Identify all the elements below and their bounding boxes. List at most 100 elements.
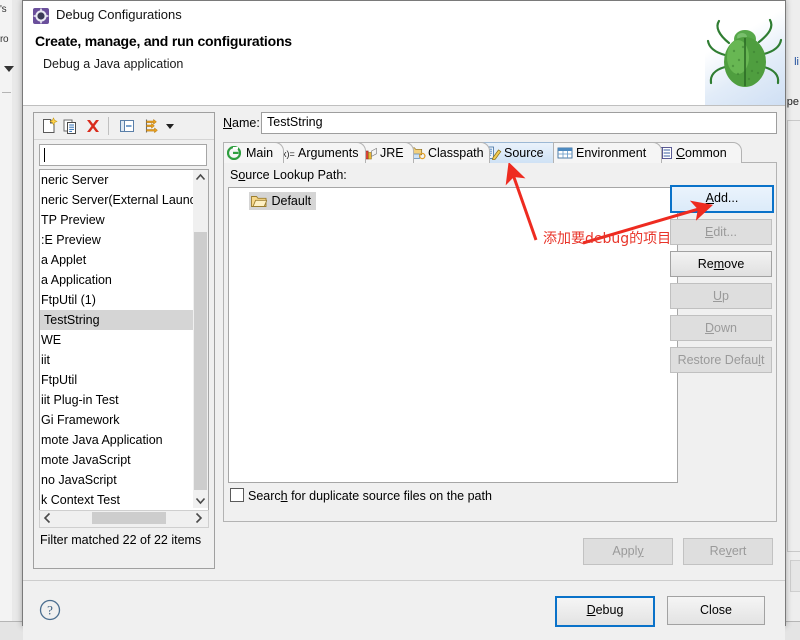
dialog-title: Debug Configurations (56, 7, 182, 22)
list-item-label: a Application (41, 273, 112, 287)
list-item-label: Gi Framework (41, 413, 120, 427)
copy-document-icon[interactable] (62, 117, 82, 136)
list-item-label: :E Preview (41, 233, 101, 247)
name-input-value: TestString (267, 115, 323, 129)
red-x-delete-icon[interactable] (84, 117, 104, 136)
debug-button[interactable]: Debug (555, 596, 655, 627)
list-item-label: FtpUtil (1) (41, 293, 96, 307)
tree-item-default[interactable]: Default (249, 192, 317, 210)
source-path-buttons: Add... Edit... Remove Up Down Restore Default (670, 185, 774, 379)
tab-label: JRE (380, 146, 404, 160)
name-label: Name: (223, 116, 260, 130)
scroll-right-icon[interactable] (191, 511, 206, 525)
scroll-down-icon[interactable] (193, 493, 208, 508)
list-item[interactable]: neric Server(External Launc (40, 190, 208, 210)
search-duplicates-checkbox[interactable] (230, 488, 244, 502)
chevron-down-icon[interactable] (164, 117, 178, 136)
environment-table-icon (557, 146, 573, 160)
list-item-label: iit Plug-in Test (41, 393, 119, 407)
filter-input[interactable] (39, 144, 207, 166)
list-item-label: a Applet (41, 253, 87, 267)
list-item[interactable]: :E Preview (40, 230, 208, 250)
dialog-body: neric Server neric Server(External Launc T… (23, 106, 785, 580)
background-window-left-edge: 's ro (0, 0, 23, 640)
add-button[interactable]: Add... (670, 185, 774, 213)
source-lookup-path-label: Source Lookup Path: (230, 168, 347, 182)
search-duplicates-label: Search for duplicate source files on the… (248, 489, 492, 503)
screen: 's ro li pe Debug Configurations Create,… (0, 0, 800, 640)
remove-button[interactable]: Remove (670, 251, 772, 277)
configurations-list[interactable]: neric Server neric Server(External Launc T… (39, 169, 209, 511)
background-text-fragment: 's (0, 4, 7, 15)
tab-label: Source (504, 146, 544, 160)
scroll-up-icon[interactable] (193, 170, 208, 185)
tab-source[interactable]: Source (481, 142, 562, 163)
list-item[interactable]: no JavaScript (40, 470, 208, 490)
scroll-thumb[interactable] (92, 512, 166, 524)
list-item-label: no JavaScript (41, 473, 117, 487)
header-subtitle: Debug a Java application (43, 57, 184, 71)
apply-button[interactable]: Apply (583, 538, 673, 565)
help-question-icon[interactable]: ? (39, 599, 61, 621)
configurations-toolbar (34, 113, 214, 140)
collapse-all-icon[interactable] (118, 117, 138, 136)
list-item[interactable]: a Applet (40, 250, 208, 270)
configurations-list-items: neric Server neric Server(External Launc T… (40, 170, 208, 510)
list-horizontal-scrollbar[interactable] (39, 510, 209, 528)
list-item[interactable]: mote Java Application (40, 430, 208, 450)
new-document-icon[interactable] (40, 117, 60, 136)
text-caret (44, 148, 45, 162)
dialog-footer: ? Debug Close (23, 580, 785, 640)
background-panel (0, 0, 12, 640)
scroll-thumb[interactable] (194, 232, 207, 490)
list-item-label: mote Java Application (41, 433, 163, 447)
list-item[interactable]: FtpUtil (40, 370, 208, 390)
tab-label: Arguments (298, 146, 359, 160)
list-item[interactable]: WE (40, 330, 208, 350)
svg-text:?: ? (47, 603, 53, 618)
background-text-fragment: pe (786, 96, 799, 108)
edit-button: Edit... (670, 219, 772, 245)
list-item[interactable]: TP Preview (40, 210, 208, 230)
list-item-label: iit (41, 353, 51, 367)
list-item-label: k Context Test (41, 493, 120, 507)
debug-gear-icon (33, 8, 49, 24)
tab-label: Environment (576, 146, 647, 160)
list-item[interactable]: iit (40, 350, 208, 370)
list-item[interactable]: mote JavaScript (40, 450, 208, 470)
list-item[interactable]: neric Server (40, 170, 208, 190)
background-outline (790, 560, 800, 592)
tab-common[interactable]: Common (653, 142, 742, 163)
list-item-label: TestString (41, 312, 103, 328)
list-item[interactable]: Gi Framework (40, 410, 208, 430)
background-divider (2, 92, 11, 93)
restore-default-button: Restore Default (670, 347, 772, 373)
configuration-editor: Name: TestString Main (x)= Arguments JRE Cla… (223, 112, 777, 567)
filter-arrows-icon[interactable] (142, 117, 162, 136)
list-item-label: mote JavaScript (41, 453, 131, 467)
tab-label: Common (676, 146, 727, 160)
search-duplicates-row[interactable]: Search for duplicate source files on the… (230, 488, 492, 503)
green-bug-icon (705, 1, 785, 105)
list-vertical-scrollbar[interactable] (193, 170, 208, 508)
list-item[interactable]: FtpUtil (1) (40, 290, 208, 310)
list-item-label: WE (41, 333, 62, 347)
background-outline (787, 120, 800, 552)
tab-environment[interactable]: Environment (553, 142, 662, 163)
list-item-label: neric Server (41, 173, 109, 187)
open-folder-icon (251, 194, 268, 208)
revert-button[interactable]: Revert (683, 538, 773, 565)
list-item[interactable]: k Context Test (40, 490, 208, 510)
list-item[interactable]: iit Plug-in Test (40, 390, 208, 410)
main-green-circle-icon (226, 145, 243, 161)
tab-main[interactable]: Main (223, 142, 284, 163)
tab-classpath[interactable]: Classpath (405, 142, 490, 163)
tab-label: Classpath (428, 146, 484, 160)
scroll-left-icon[interactable] (40, 511, 55, 525)
list-item[interactable]: a Application (40, 270, 208, 290)
tab-arguments[interactable]: (x)= Arguments (275, 142, 366, 163)
debug-configurations-dialog: Debug Configurations Create, manage, and… (22, 0, 786, 640)
list-item[interactable]: TestString (40, 310, 208, 330)
close-button[interactable]: Close (667, 596, 765, 625)
name-input[interactable]: TestString (261, 112, 777, 134)
